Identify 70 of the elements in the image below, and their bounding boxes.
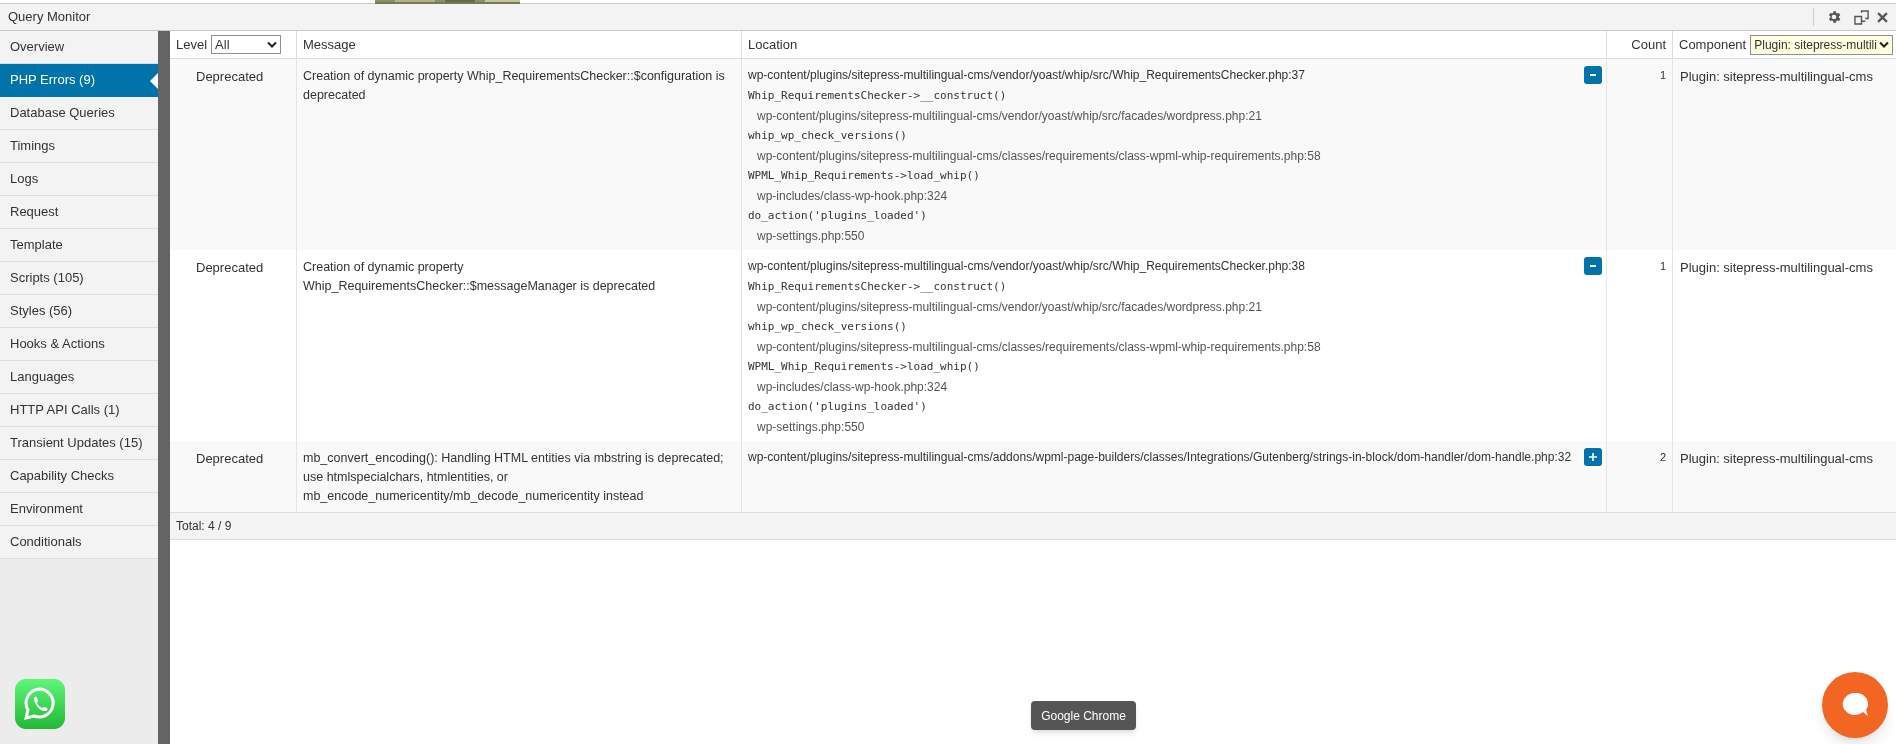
sidebar-item[interactable]: Timings <box>0 130 158 163</box>
component-text: Plugin: sitepress-multilingual-cms <box>1680 69 1873 84</box>
settings-icon[interactable] <box>1826 9 1842 25</box>
sidebar-item[interactable]: PHP Errors (9) <box>0 64 158 97</box>
tooltip: Google Chrome <box>1031 701 1136 730</box>
sidebar-item[interactable]: HTTP API Calls (1) <box>0 394 158 427</box>
column-header: Location <box>748 35 798 54</box>
count-text: 1 <box>1659 68 1666 82</box>
file-path: wp-includes/class-wp-hook.php:324 <box>756 188 949 205</box>
sidebar-item[interactable]: Template <box>0 229 158 262</box>
file-path: wp-content/plugins/sitepress-multilingual-cms/classes/requirements/class-wpml-whip-requirements.php:58 <box>756 148 1322 165</box>
sidebar-item[interactable]: Environment <box>0 493 158 526</box>
sidebar-item[interactable]: Request <box>0 196 158 229</box>
sidebar-item[interactable]: Database Queries <box>0 97 158 130</box>
panel-title: Query Monitor <box>8 8 91 27</box>
function-call: do_action('plugins_loaded') <box>748 208 928 224</box>
sidebar-item[interactable]: Styles (56) <box>0 295 158 328</box>
expand-button[interactable] <box>1584 448 1602 466</box>
component-filter[interactable]: Plugin: sitepress-multili <box>1750 34 1893 55</box>
sidebar-item[interactable]: Languages <box>0 361 158 394</box>
error-message: Creation of dynamic property Whip_RequirementsChecker::$configuration is deprecated <box>303 68 726 104</box>
level-text: Deprecated <box>196 260 264 275</box>
file-path: wp-content/plugins/sitepress-multilingual-cms/classes/requirements/class-wpml-whip-requirements.php:58 <box>756 339 1322 356</box>
level-filter[interactable]: All <box>211 35 282 54</box>
function-call: WPML_Whip_Requirements->load_whip() <box>748 359 981 375</box>
column-header: Count <box>1631 35 1666 54</box>
file-path: wp-settings.php:550 <box>756 419 866 436</box>
chevron-down-icon <box>267 40 278 49</box>
component-text: Plugin: sitepress-multilingual-cms <box>1680 260 1873 275</box>
function-call: whip_wp_check_versions() <box>748 128 908 144</box>
file-path: wp-settings.php:550 <box>756 228 866 245</box>
file-path: wp-content/plugins/sitepress-multilingual-cms/vendor/yoast/whip/src/Whip_RequirementsChecker.php:38 <box>748 258 1306 275</box>
plus-icon <box>1589 453 1597 461</box>
count-text: 2 <box>1659 450 1666 464</box>
sidebar-item[interactable]: Overview <box>0 31 158 64</box>
file-path: wp-includes/class-wp-hook.php:324 <box>756 379 949 396</box>
sidebar-item[interactable]: Scripts (105) <box>0 262 158 295</box>
function-call: Whip_RequirementsChecker->__construct() <box>748 88 1008 104</box>
file-path: wp-content/plugins/sitepress-multilingual-cms/addons/wpml-page-builders/classes/Integrations/Gutenberg/strings-in-block/dom-handler/dom-handle.php:32 <box>748 449 1573 466</box>
sidebar-item[interactable]: Transient Updates (15) <box>0 427 158 460</box>
minus-icon <box>1590 265 1596 267</box>
collapse-button[interactable] <box>1584 257 1602 275</box>
function-call: whip_wp_check_versions() <box>748 319 908 335</box>
column-header: Message <box>303 35 356 54</box>
sidebar-item[interactable]: Logs <box>0 163 158 196</box>
pop-out-icon[interactable] <box>1854 9 1869 25</box>
function-call: WPML_Whip_Requirements->load_whip() <box>748 168 981 184</box>
sidebar-item[interactable]: Capability Checks <box>0 460 158 493</box>
level-text: Deprecated <box>196 451 264 466</box>
chat-app-icon[interactable] <box>15 679 65 729</box>
chevron-down-icon <box>1878 40 1889 49</box>
column-header: Level <box>176 35 208 54</box>
error-message: mb_convert_encoding(): Handling HTML entities via mbstring is deprecated; use htmlspecialchars, htmlentities, or mb_encode_numericentity/mb_decode_numericentity instead <box>303 450 725 505</box>
function-call: do_action('plugins_loaded') <box>748 399 928 415</box>
chat-button[interactable] <box>1822 672 1888 738</box>
component-text: Plugin: sitepress-multilingual-cms <box>1680 451 1873 466</box>
file-path: wp-content/plugins/sitepress-multilingual-cms/vendor/yoast/whip/src/facades/wordpress.php:21 <box>756 108 1263 125</box>
total-text: Total: 4 / 9 <box>176 518 232 535</box>
collapse-button[interactable] <box>1584 66 1602 84</box>
minus-icon <box>1590 74 1596 76</box>
error-message: Creation of dynamic property Whip_RequirementsChecker::$messageManager is deprecated <box>303 259 657 295</box>
close-icon[interactable] <box>1877 11 1888 23</box>
count-text: 1 <box>1659 259 1666 273</box>
level-text: Deprecated <box>196 69 264 84</box>
sidebar-item[interactable]: Conditionals <box>0 526 158 559</box>
sidebar-item[interactable]: Hooks & Actions <box>0 328 158 361</box>
file-path: wp-content/plugins/sitepress-multilingual-cms/vendor/yoast/whip/src/facades/wordpress.php:21 <box>756 299 1263 316</box>
column-header: Component <box>1679 35 1747 54</box>
file-path: wp-content/plugins/sitepress-multilingual-cms/vendor/yoast/whip/src/Whip_RequirementsChecker.php:37 <box>748 67 1306 84</box>
function-call: Whip_RequirementsChecker->__construct() <box>748 279 1008 295</box>
